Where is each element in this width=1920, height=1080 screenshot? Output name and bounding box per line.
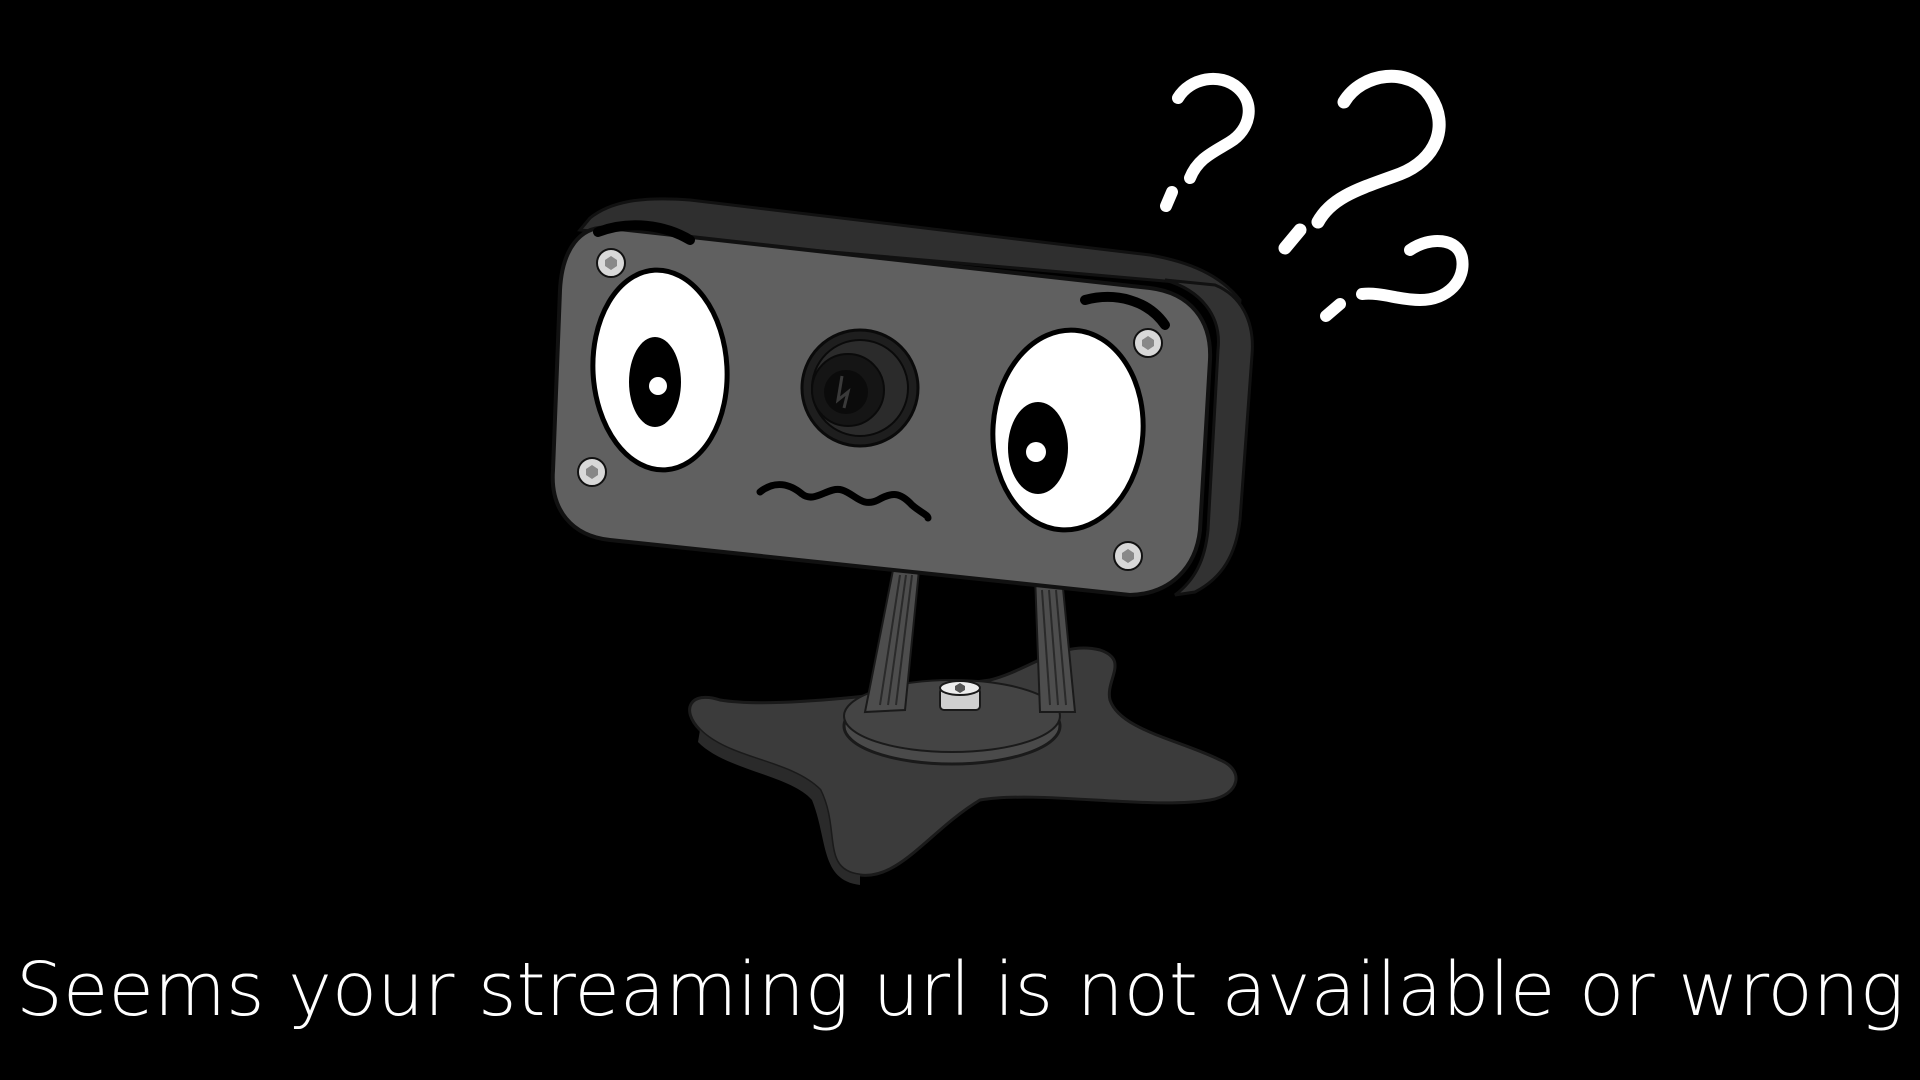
camera-lens-icon (800, 328, 920, 448)
mount-screw-icon (939, 680, 981, 711)
stand-right-leg (1033, 573, 1077, 713)
small-question-mark-dot (1160, 186, 1178, 212)
confused-webcam-illustration (550, 69, 1469, 885)
stream-error-message: Seems your streaming url is not availabl… (15, 947, 1905, 1033)
tilted-question-mark-dot (1320, 298, 1346, 322)
stream-error-screen: Seems your streaming url is not availabl… (0, 0, 1920, 1080)
tilted-question-mark (1356, 235, 1469, 307)
large-question-mark-dot (1278, 223, 1307, 255)
small-question-mark (1172, 73, 1255, 184)
camera-stand (688, 559, 1238, 885)
large-question-mark (1311, 69, 1446, 229)
